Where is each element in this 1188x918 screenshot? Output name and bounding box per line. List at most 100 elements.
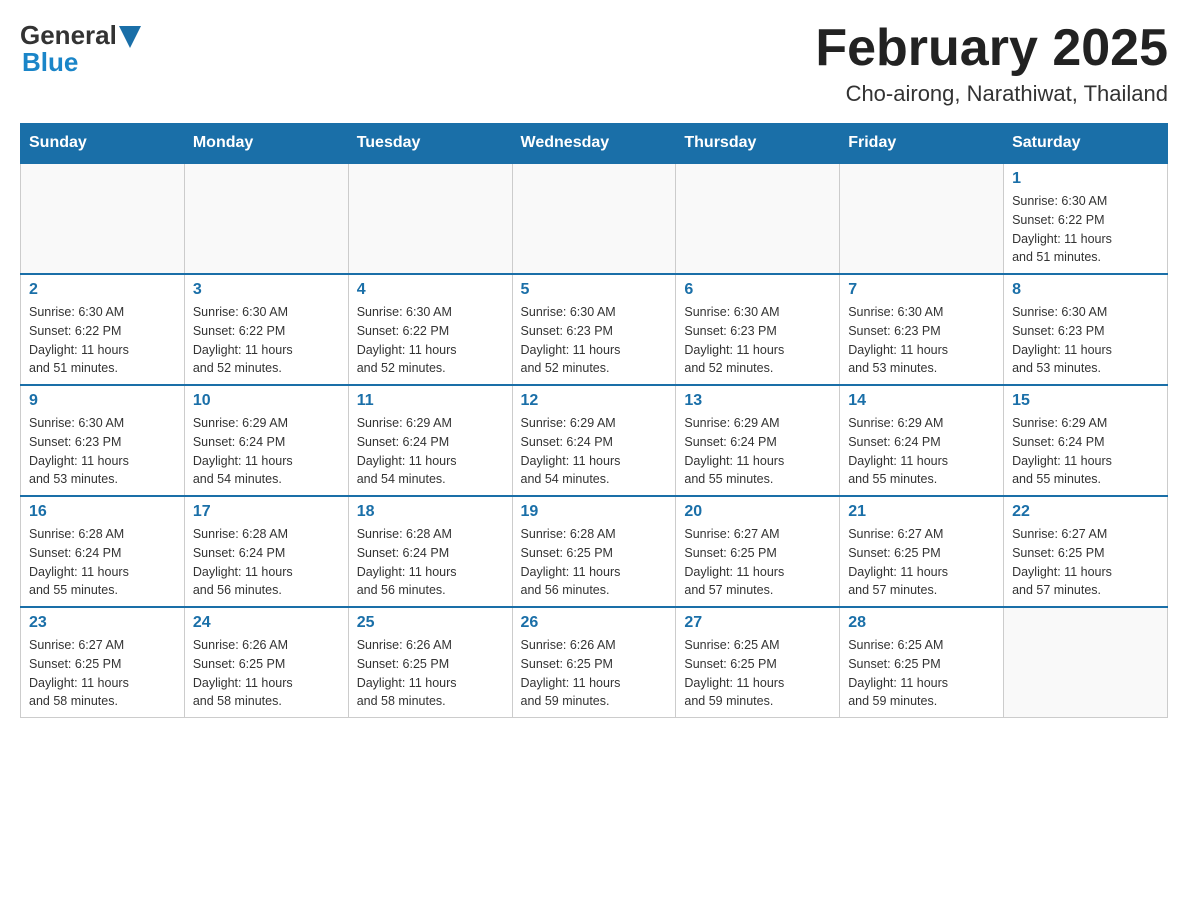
day-info: Sunrise: 6:29 AM Sunset: 6:24 PM Dayligh… bbox=[684, 414, 831, 489]
col-thursday: Thursday bbox=[676, 124, 840, 164]
day-info: Sunrise: 6:29 AM Sunset: 6:24 PM Dayligh… bbox=[1012, 414, 1159, 489]
page-title: February 2025 bbox=[815, 20, 1168, 77]
col-monday: Monday bbox=[184, 124, 348, 164]
day-info: Sunrise: 6:30 AM Sunset: 6:23 PM Dayligh… bbox=[1012, 303, 1159, 378]
table-row: 9 Sunrise: 6:30 AM Sunset: 6:23 PM Daylig… bbox=[21, 385, 185, 496]
day-info: Sunrise: 6:28 AM Sunset: 6:24 PM Dayligh… bbox=[357, 525, 504, 600]
page-subtitle: Cho-airong, Narathiwat, Thailand bbox=[815, 81, 1168, 107]
day-number: 9 bbox=[29, 392, 176, 410]
table-row bbox=[184, 163, 348, 274]
day-number: 5 bbox=[521, 281, 668, 299]
table-row: 22 Sunrise: 6:27 AM Sunset: 6:25 PM Dayli… bbox=[1004, 496, 1168, 607]
title-block: February 2025 Cho-airong, Narathiwat, Th… bbox=[815, 20, 1168, 107]
table-row: 26 Sunrise: 6:26 AM Sunset: 6:25 PM Dayli… bbox=[512, 607, 676, 718]
table-row: 19 Sunrise: 6:28 AM Sunset: 6:25 PM Dayli… bbox=[512, 496, 676, 607]
calendar-week-row: 9 Sunrise: 6:30 AM Sunset: 6:23 PM Daylig… bbox=[21, 385, 1168, 496]
day-info: Sunrise: 6:25 AM Sunset: 6:25 PM Dayligh… bbox=[684, 636, 831, 711]
table-row: 5Sunrise: 6:30 AM Sunset: 6:23 PM Daylig… bbox=[512, 274, 676, 385]
table-row bbox=[21, 163, 185, 274]
table-row bbox=[840, 163, 1004, 274]
day-number: 15 bbox=[1012, 392, 1159, 410]
table-row: 3 Sunrise: 6:30 AM Sunset: 6:22 PM Daylig… bbox=[184, 274, 348, 385]
day-number: 10 bbox=[193, 392, 340, 410]
day-number: 26 bbox=[521, 614, 668, 632]
calendar-week-row: 1Sunrise: 6:30 AM Sunset: 6:22 PM Daylig… bbox=[21, 163, 1168, 274]
day-number: 27 bbox=[684, 614, 831, 632]
day-info: Sunrise: 6:26 AM Sunset: 6:25 PM Dayligh… bbox=[521, 636, 668, 711]
day-info: Sunrise: 6:30 AM Sunset: 6:23 PM Dayligh… bbox=[684, 303, 831, 378]
day-number: 25 bbox=[357, 614, 504, 632]
day-info: Sunrise: 6:25 AM Sunset: 6:25 PM Dayligh… bbox=[848, 636, 995, 711]
day-number: 24 bbox=[193, 614, 340, 632]
day-number: 20 bbox=[684, 503, 831, 521]
day-number: 23 bbox=[29, 614, 176, 632]
day-info: Sunrise: 6:28 AM Sunset: 6:24 PM Dayligh… bbox=[29, 525, 176, 600]
day-number: 21 bbox=[848, 503, 995, 521]
day-number: 14 bbox=[848, 392, 995, 410]
day-info: Sunrise: 6:30 AM Sunset: 6:23 PM Dayligh… bbox=[848, 303, 995, 378]
table-row bbox=[676, 163, 840, 274]
day-number: 1 bbox=[1012, 170, 1159, 188]
day-info: Sunrise: 6:28 AM Sunset: 6:25 PM Dayligh… bbox=[521, 525, 668, 600]
table-row: 27 Sunrise: 6:25 AM Sunset: 6:25 PM Dayli… bbox=[676, 607, 840, 718]
day-info: Sunrise: 6:30 AM Sunset: 6:22 PM Dayligh… bbox=[193, 303, 340, 378]
day-number: 7 bbox=[848, 281, 995, 299]
col-friday: Friday bbox=[840, 124, 1004, 164]
day-info: Sunrise: 6:30 AM Sunset: 6:23 PM Dayligh… bbox=[29, 414, 176, 489]
table-row: 12 Sunrise: 6:29 AM Sunset: 6:24 PM Dayli… bbox=[512, 385, 676, 496]
table-row: 10 Sunrise: 6:29 AM Sunset: 6:24 PM Dayli… bbox=[184, 385, 348, 496]
table-row: 13Sunrise: 6:29 AM Sunset: 6:24 PM Dayli… bbox=[676, 385, 840, 496]
day-info: Sunrise: 6:30 AM Sunset: 6:22 PM Dayligh… bbox=[29, 303, 176, 378]
col-wednesday: Wednesday bbox=[512, 124, 676, 164]
table-row: 24 Sunrise: 6:26 AM Sunset: 6:25 PM Dayli… bbox=[184, 607, 348, 718]
table-row bbox=[512, 163, 676, 274]
calendar-table: Sunday Monday Tuesday Wednesday Thursday… bbox=[20, 123, 1168, 718]
calendar-header-row: Sunday Monday Tuesday Wednesday Thursday… bbox=[21, 124, 1168, 164]
table-row: 14Sunrise: 6:29 AM Sunset: 6:24 PM Dayli… bbox=[840, 385, 1004, 496]
day-info: Sunrise: 6:29 AM Sunset: 6:24 PM Dayligh… bbox=[193, 414, 340, 489]
calendar-week-row: 2 Sunrise: 6:30 AM Sunset: 6:22 PM Daylig… bbox=[21, 274, 1168, 385]
col-sunday: Sunday bbox=[21, 124, 185, 164]
logo-triangle-icon bbox=[119, 26, 141, 48]
day-info: Sunrise: 6:27 AM Sunset: 6:25 PM Dayligh… bbox=[848, 525, 995, 600]
calendar-week-row: 23 Sunrise: 6:27 AM Sunset: 6:25 PM Dayli… bbox=[21, 607, 1168, 718]
day-number: 2 bbox=[29, 281, 176, 299]
table-row: 21 Sunrise: 6:27 AM Sunset: 6:25 PM Dayli… bbox=[840, 496, 1004, 607]
table-row: 6 Sunrise: 6:30 AM Sunset: 6:23 PM Daylig… bbox=[676, 274, 840, 385]
day-number: 4 bbox=[357, 281, 504, 299]
day-number: 3 bbox=[193, 281, 340, 299]
calendar-week-row: 16Sunrise: 6:28 AM Sunset: 6:24 PM Dayli… bbox=[21, 496, 1168, 607]
logo-general-text: General bbox=[20, 20, 117, 50]
day-number: 28 bbox=[848, 614, 995, 632]
table-row: 7 Sunrise: 6:30 AM Sunset: 6:23 PM Daylig… bbox=[840, 274, 1004, 385]
day-info: Sunrise: 6:27 AM Sunset: 6:25 PM Dayligh… bbox=[1012, 525, 1159, 600]
table-row: 8 Sunrise: 6:30 AM Sunset: 6:23 PM Daylig… bbox=[1004, 274, 1168, 385]
day-info: Sunrise: 6:30 AM Sunset: 6:22 PM Dayligh… bbox=[357, 303, 504, 378]
table-row: 20 Sunrise: 6:27 AM Sunset: 6:25 PM Dayli… bbox=[676, 496, 840, 607]
day-info: Sunrise: 6:29 AM Sunset: 6:24 PM Dayligh… bbox=[521, 414, 668, 489]
day-number: 8 bbox=[1012, 281, 1159, 299]
day-info: Sunrise: 6:27 AM Sunset: 6:25 PM Dayligh… bbox=[29, 636, 176, 711]
day-number: 22 bbox=[1012, 503, 1159, 521]
table-row bbox=[1004, 607, 1168, 718]
table-row: 4 Sunrise: 6:30 AM Sunset: 6:22 PM Daylig… bbox=[348, 274, 512, 385]
day-info: Sunrise: 6:27 AM Sunset: 6:25 PM Dayligh… bbox=[684, 525, 831, 600]
day-info: Sunrise: 6:29 AM Sunset: 6:24 PM Dayligh… bbox=[357, 414, 504, 489]
day-number: 17 bbox=[193, 503, 340, 521]
table-row: 23 Sunrise: 6:27 AM Sunset: 6:25 PM Dayli… bbox=[21, 607, 185, 718]
table-row: 17 Sunrise: 6:28 AM Sunset: 6:24 PM Dayli… bbox=[184, 496, 348, 607]
day-number: 19 bbox=[521, 503, 668, 521]
table-row: 16Sunrise: 6:28 AM Sunset: 6:24 PM Dayli… bbox=[21, 496, 185, 607]
table-row: 1Sunrise: 6:30 AM Sunset: 6:22 PM Daylig… bbox=[1004, 163, 1168, 274]
day-number: 12 bbox=[521, 392, 668, 410]
day-info: Sunrise: 6:28 AM Sunset: 6:24 PM Dayligh… bbox=[193, 525, 340, 600]
day-info: Sunrise: 6:26 AM Sunset: 6:25 PM Dayligh… bbox=[193, 636, 340, 711]
table-row: 28 Sunrise: 6:25 AM Sunset: 6:25 PM Dayli… bbox=[840, 607, 1004, 718]
col-saturday: Saturday bbox=[1004, 124, 1168, 164]
logo: General Blue bbox=[20, 20, 141, 78]
table-row: 2 Sunrise: 6:30 AM Sunset: 6:22 PM Daylig… bbox=[21, 274, 185, 385]
table-row: 11Sunrise: 6:29 AM Sunset: 6:24 PM Dayli… bbox=[348, 385, 512, 496]
day-number: 6 bbox=[684, 281, 831, 299]
table-row: 18Sunrise: 6:28 AM Sunset: 6:24 PM Dayli… bbox=[348, 496, 512, 607]
table-row: 25Sunrise: 6:26 AM Sunset: 6:25 PM Dayli… bbox=[348, 607, 512, 718]
